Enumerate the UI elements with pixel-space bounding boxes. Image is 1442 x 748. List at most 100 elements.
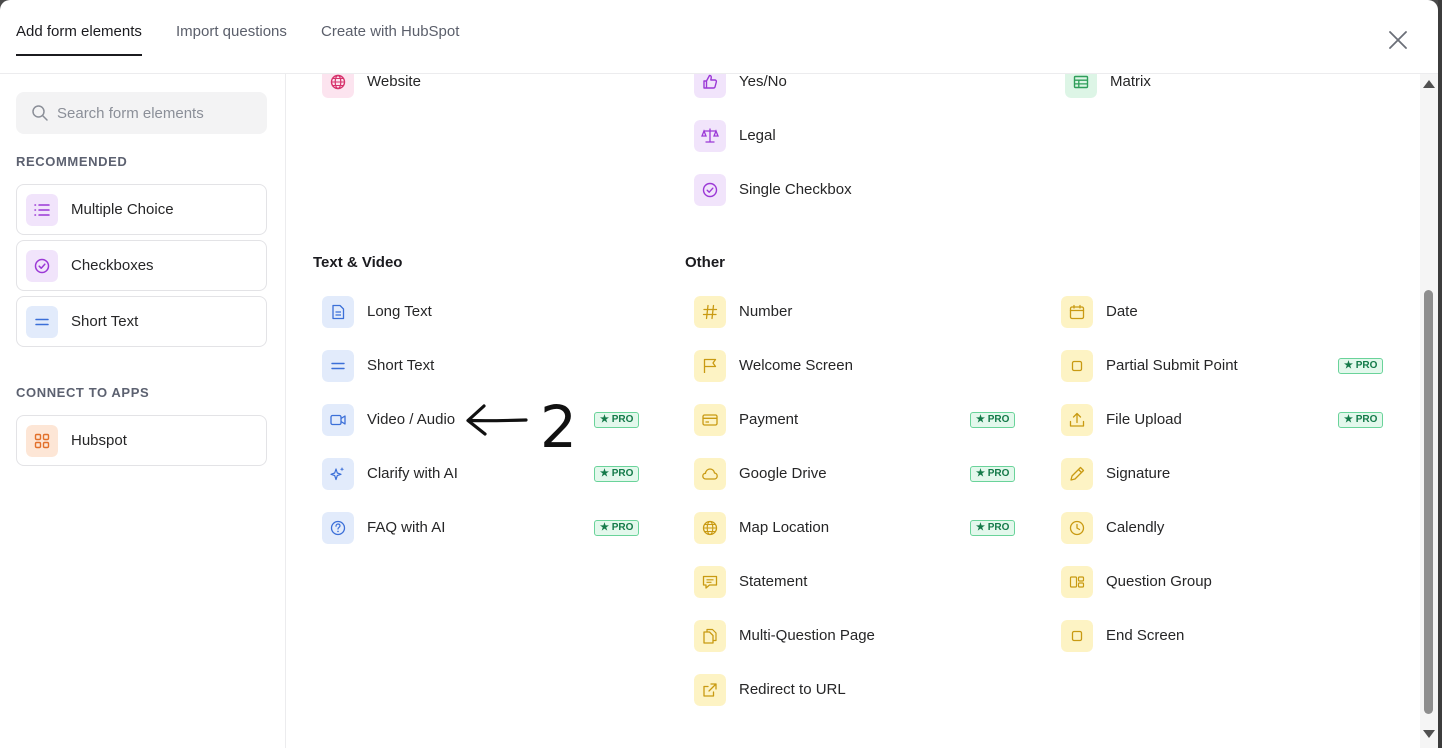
element-calendly[interactable]: Calendly (1061, 508, 1383, 548)
other-heading: Other (685, 254, 726, 271)
element-payment[interactable]: Payment ★ PRO (694, 400, 1016, 440)
elements-panel: Website Yes/No Matrix Legal Single Check… (286, 74, 1418, 748)
element-date[interactable]: Date (1061, 292, 1383, 332)
sparkle-icon (322, 458, 354, 490)
search-box (16, 92, 267, 134)
element-statement[interactable]: Statement (694, 562, 1016, 602)
element-label: Long Text (367, 303, 432, 320)
list-icon (26, 194, 58, 226)
group-icon (1061, 566, 1093, 598)
element-welcome-screen[interactable]: Welcome Screen (694, 346, 1016, 386)
element-label: FAQ with AI (367, 519, 446, 536)
square-icon (1061, 620, 1093, 652)
modal-header: Add form elements Import questions Creat… (0, 0, 1438, 74)
element-label: Partial Submit Point (1106, 357, 1238, 374)
element-label: Map Location (739, 519, 830, 536)
cloud-icon (694, 458, 726, 490)
pro-badge: ★ PRO (594, 466, 640, 482)
app-hubspot[interactable]: Hubspot (16, 415, 267, 466)
recommended-short-text[interactable]: Short Text (16, 296, 267, 347)
credit-card-icon (694, 404, 726, 436)
scroll-up-arrow[interactable] (1423, 80, 1435, 88)
element-signature[interactable]: Signature (1061, 454, 1383, 494)
text-video-heading: Text & Video (313, 254, 403, 271)
scrollbar-thumb[interactable] (1424, 290, 1433, 714)
element-label: Clarify with AI (367, 465, 458, 482)
recommended-label: Short Text (71, 313, 139, 330)
element-question-group[interactable]: Question Group (1061, 562, 1383, 602)
pro-badge: ★ PRO (970, 412, 1016, 428)
element-label: Number (739, 303, 793, 320)
window-edge (1438, 0, 1442, 748)
recommended-multiple-choice[interactable]: Multiple Choice (16, 184, 267, 235)
short-text-icon (26, 306, 58, 338)
element-legal[interactable]: Legal (694, 116, 994, 156)
pro-badge: ★ PRO (970, 466, 1016, 482)
scales-icon (694, 120, 726, 152)
hash-icon (694, 296, 726, 328)
element-label: Yes/No (739, 74, 787, 90)
chat-icon (694, 566, 726, 598)
clock-icon (1061, 512, 1093, 544)
element-label: Multi-Question Page (739, 627, 875, 644)
recommended-label: Checkboxes (71, 257, 154, 274)
element-label: Single Checkbox (739, 181, 852, 198)
question-icon (322, 512, 354, 544)
add-elements-modal: Add form elements Import questions Creat… (0, 0, 1438, 748)
element-clarify-with-ai[interactable]: Clarify with AI ★ PRO (322, 454, 640, 494)
element-label: Matrix (1110, 74, 1151, 90)
element-file-upload[interactable]: File Upload ★ PRO (1061, 400, 1384, 440)
element-label: Calendly (1106, 519, 1165, 536)
recommended-checkboxes[interactable]: Checkboxes (16, 240, 267, 291)
search-icon (32, 105, 48, 121)
element-label: File Upload (1106, 411, 1182, 428)
element-google-drive[interactable]: Google Drive ★ PRO (694, 454, 1016, 494)
element-map-location[interactable]: Map Location ★ PRO (694, 508, 1016, 548)
element-single-checkbox[interactable]: Single Checkbox (694, 170, 994, 210)
close-icon[interactable] (1388, 30, 1408, 50)
element-label: Question Group (1106, 573, 1212, 590)
element-label: Short Text (367, 357, 435, 374)
tab-add-form-elements[interactable]: Add form elements (16, 22, 142, 56)
element-end-screen[interactable]: End Screen (1061, 616, 1383, 656)
element-label: Website (367, 74, 421, 90)
pro-badge: ★ PRO (1338, 358, 1384, 374)
calendar-icon (1061, 296, 1093, 328)
copy-icon (694, 620, 726, 652)
upload-icon (1061, 404, 1093, 436)
pro-badge: ★ PRO (594, 520, 640, 536)
pro-badge: ★ PRO (1338, 412, 1384, 428)
element-label: End Screen (1106, 627, 1185, 644)
check-circle-icon (694, 174, 726, 206)
check-circle-icon (26, 250, 58, 282)
tab-create-with-hubspot[interactable]: Create with HubSpot (321, 22, 459, 56)
scrollbar[interactable] (1420, 74, 1438, 748)
element-number[interactable]: Number (694, 292, 1016, 332)
recommended-label: Multiple Choice (71, 201, 174, 218)
element-website[interactable]: Website (322, 74, 622, 102)
pro-badge: ★ PRO (970, 520, 1016, 536)
element-short-text[interactable]: Short Text (322, 346, 640, 386)
external-link-icon (694, 674, 726, 706)
element-faq-with-ai[interactable]: FAQ with AI ★ PRO (322, 508, 640, 548)
element-multi-question-page[interactable]: Multi-Question Page (694, 616, 1016, 656)
flag-icon (694, 350, 726, 382)
element-label: Welcome Screen (739, 357, 853, 374)
globe-icon (694, 512, 726, 544)
thumbs-up-icon (694, 74, 726, 98)
pencil-icon (1061, 458, 1093, 490)
element-partial-submit-point[interactable]: Partial Submit Point ★ PRO (1061, 346, 1384, 386)
element-label: Payment (739, 411, 799, 428)
arrow-left-icon (466, 404, 528, 436)
element-label: Google Drive (739, 465, 827, 482)
element-label: Statement (739, 573, 808, 590)
scroll-down-arrow[interactable] (1423, 730, 1435, 738)
grid-icon (26, 425, 58, 457)
element-label: Video / Audio (367, 411, 456, 428)
element-yes-no[interactable]: Yes/No (694, 74, 994, 102)
search-input[interactable] (57, 92, 257, 134)
element-matrix[interactable]: Matrix (1065, 74, 1365, 102)
tab-import-questions[interactable]: Import questions (176, 22, 287, 56)
element-long-text[interactable]: Long Text (322, 292, 640, 332)
element-redirect-to-url[interactable]: Redirect to URL (694, 670, 1016, 710)
